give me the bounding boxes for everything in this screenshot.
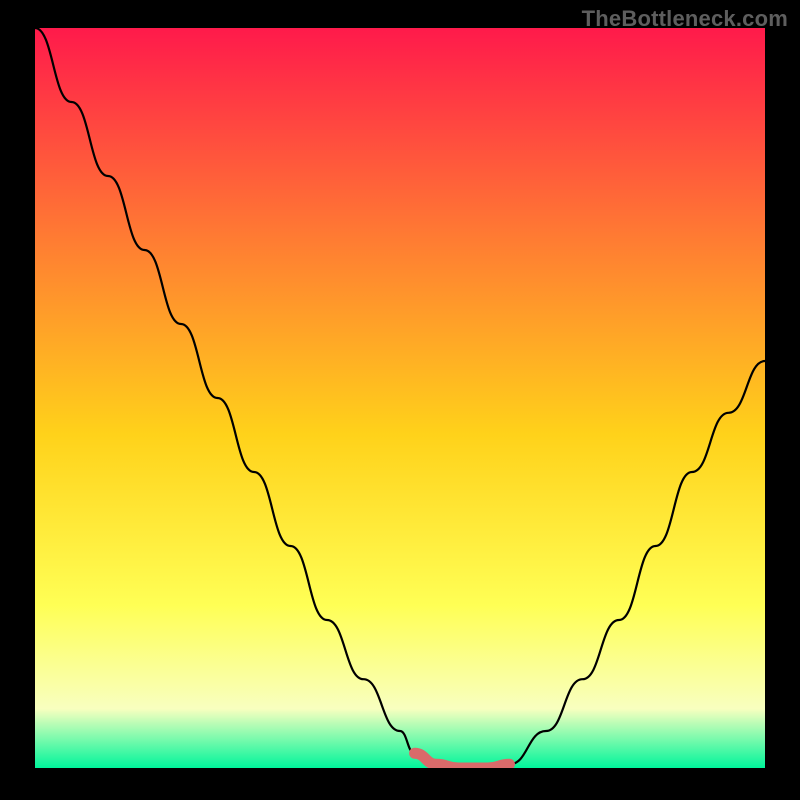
watermark-text: TheBottleneck.com [582, 6, 788, 32]
chart-frame: TheBottleneck.com [0, 0, 800, 800]
bottleneck-chart [35, 28, 765, 768]
gradient-background [35, 28, 765, 768]
